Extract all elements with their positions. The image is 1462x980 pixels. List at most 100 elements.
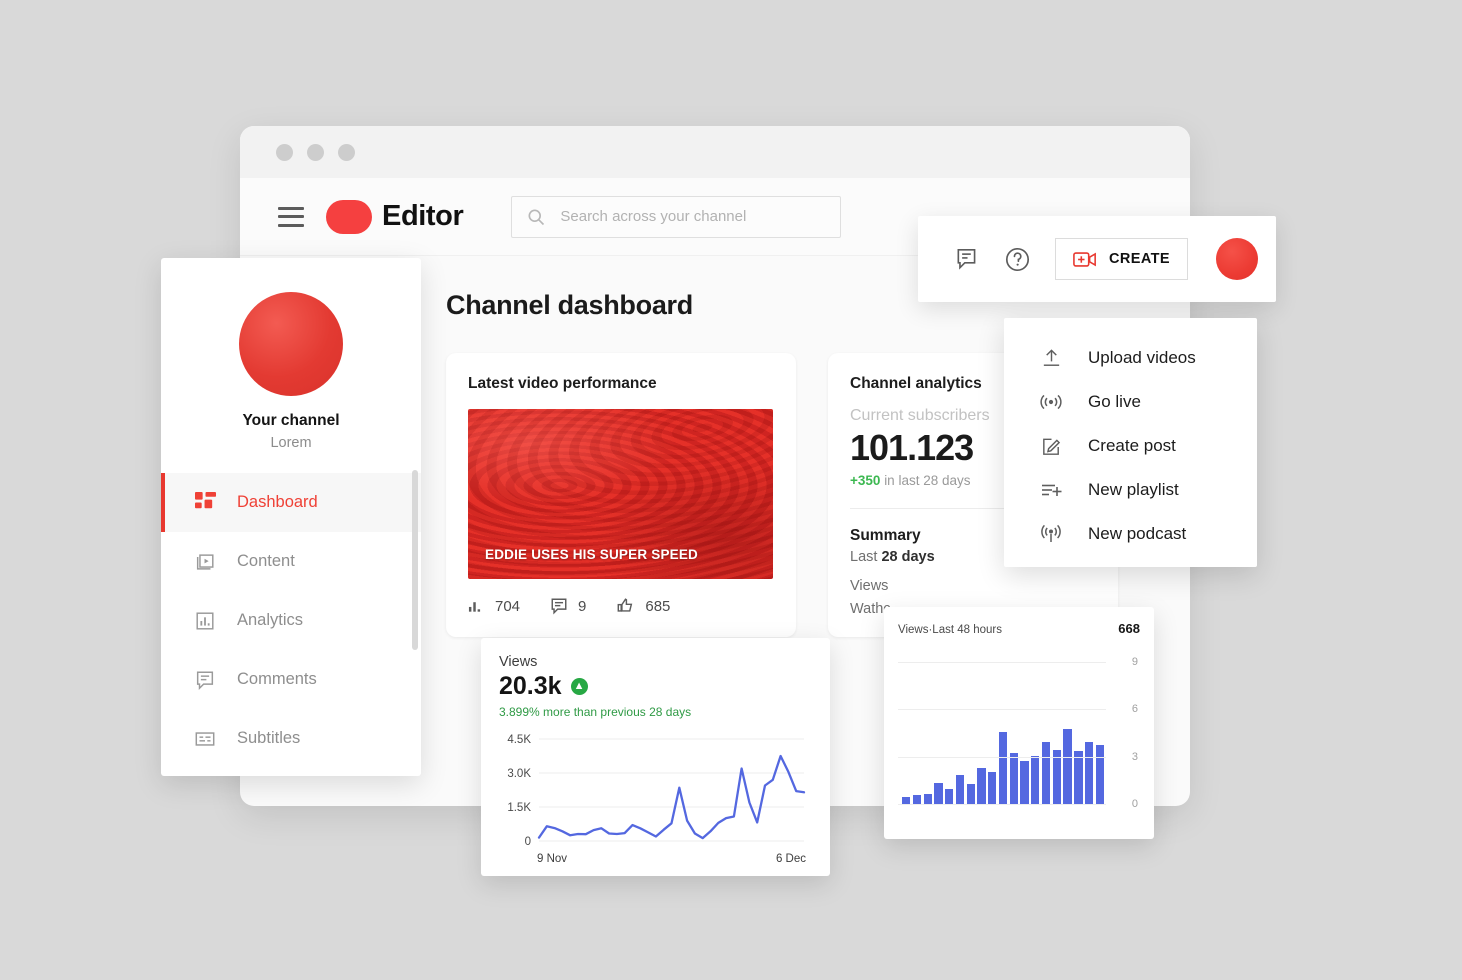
channel-name: Your channel [242,412,340,429]
traffic-light-minimize[interactable] [307,143,324,161]
stat-views: 704 [468,598,520,615]
create-button[interactable]: CREATE [1055,238,1188,280]
broadcast-icon [1038,389,1064,415]
menu-item-label: Upload videos [1088,348,1196,367]
create-menu: Upload videos Go live Create post New pl… [1004,318,1257,567]
arrow-up-circle-icon: ▲ [570,678,588,695]
stat-comments-value: 9 [578,597,587,615]
bar [966,784,975,804]
stat-likes: 685 [616,597,670,615]
views-bar-icon [468,602,481,612]
x-tick-start: 9 Nov [537,853,568,865]
latest-video-card: Latest video performance EDDIE USES HIS … [446,353,796,638]
menu-item-upload-videos[interactable]: Upload videos [1004,336,1257,380]
brand-logo[interactable]: Editor [326,199,464,234]
thumbs-up-icon [617,598,633,612]
sidebar-item-comments[interactable]: Comments [161,650,421,709]
search-placeholder: Search across your channel [560,208,747,225]
video-thumbnail[interactable]: EDDIE USES HIS SUPER SPEED [468,409,773,579]
menu-item-label: Create post [1088,436,1176,455]
feedback-icon[interactable] [954,246,980,272]
bar-series [902,646,1105,804]
y-tick-label: 6 [1131,703,1138,716]
y-tick-label: 3 [1131,750,1138,763]
create-button-label: CREATE [1109,251,1170,267]
traffic-light-maximize[interactable] [338,143,355,161]
comment-icon [193,668,217,692]
sidebar-item-dashboard[interactable]: Dashboard [161,473,421,532]
create-toolbar: CREATE [918,216,1276,302]
playlist-add-icon [1038,477,1064,503]
views-label: Views [499,654,538,670]
summary-period-prefix: Last [850,549,882,566]
subscriber-delta-value: +350 [850,473,881,489]
stat-likes-value: 685 [645,597,671,615]
subtitles-icon [193,727,217,751]
brand-dot-icon [326,199,372,234]
sidebar-item-content[interactable]: Content [161,532,421,591]
bar [1041,741,1051,804]
sidebar-header: Your channel Lorem [161,258,421,473]
menu-item-go-live[interactable]: Go live [1004,380,1257,424]
screenshot-root: Editor Search across your channel Channe… [0,0,1462,980]
window-titlebar [240,126,1190,178]
create-video-icon [1073,251,1096,267]
stat-views-value: 704 [495,597,521,615]
sidebar-item-label: Content [237,552,295,570]
bar [945,789,954,804]
summary-row-views: Views [850,578,889,595]
hamburger-icon[interactable] [278,206,304,227]
svg-text:1.5K: 1.5K [507,802,531,814]
sidebar-item-label: Comments [237,670,317,688]
sidebar-item-analytics[interactable]: Analytics [161,591,421,650]
menu-item-label: New playlist [1088,480,1179,499]
user-avatar[interactable] [1215,238,1258,280]
sidebar-scrollbar[interactable] [412,470,418,650]
bar [1009,752,1018,804]
search-input[interactable]: Search across your channel [511,195,842,238]
dashboard-grid-icon [193,491,217,515]
bar [1020,760,1029,804]
bar [1052,749,1061,804]
bar [912,795,922,804]
podcast-icon [1038,521,1064,547]
menu-item-label: Go live [1088,392,1141,411]
sidebar-item-subtitles[interactable]: Subtitles [161,709,421,768]
upload-icon [1038,345,1064,371]
line-chart-svg: 0 1.5K 3.0K 4.5K [507,734,806,848]
bars-card-total: 668 [1118,621,1140,636]
brand-label: Editor [382,200,464,232]
bar [998,732,1008,804]
channel-sidebar: Your channel Lorem Dashboard Content Ana… [161,258,421,776]
channel-avatar[interactable] [239,292,343,396]
help-circle-icon[interactable] [1004,246,1031,273]
bar [923,793,932,804]
views-value: 20.3k [499,672,562,700]
bar [1085,741,1094,804]
bar [1063,728,1072,804]
gridline [898,709,1106,711]
svg-text:3.0K: 3.0K [507,768,531,780]
views-trend-note: 3.899% more than previous 28 days [499,705,692,719]
bar [1095,744,1105,804]
views-48h-card: Views·Last 48 hours 668 0 3 6 9 [884,607,1154,839]
bar-chart-plot: 0 3 6 9 [898,646,1144,818]
bars-card-title: Views·Last 48 hours [898,624,1002,636]
y-tick-label: 0 [1131,798,1138,810]
latest-video-heading: Latest video performance [468,375,657,392]
edit-square-icon [1038,433,1064,459]
menu-item-create-post[interactable]: Create post [1004,424,1257,468]
menu-item-new-podcast[interactable]: New podcast [1004,512,1257,556]
bar [1031,755,1040,804]
views-x-axis: 9 Nov 6 Dec [495,851,812,865]
bar [902,796,911,804]
traffic-light-close[interactable] [276,143,293,161]
comment-icon [551,598,567,615]
svg-text:0: 0 [525,836,531,848]
menu-item-new-playlist[interactable]: New playlist [1004,468,1257,512]
search-icon [528,209,545,225]
sidebar-item-label: Subtitles [237,729,301,747]
gridline [898,756,1106,758]
bars-card-header: Views·Last 48 hours 668 [898,621,1144,636]
video-stats-row: 704 9 685 [468,597,774,615]
